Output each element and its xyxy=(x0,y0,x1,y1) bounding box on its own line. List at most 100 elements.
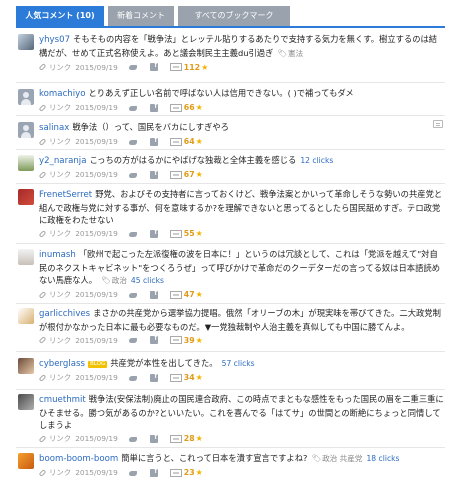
twitter-icon[interactable] xyxy=(128,374,138,382)
avatar[interactable] xyxy=(18,308,34,324)
twitter-icon[interactable] xyxy=(128,138,138,146)
avatar[interactable] xyxy=(18,89,34,105)
link-icon xyxy=(38,336,47,344)
star-icon[interactable]: ★ xyxy=(196,468,203,477)
star-icon[interactable]: ★ xyxy=(196,290,203,299)
list-item: garlicchives まさかの共産党から選挙協力提唱。俄然「オリーブの木」が現… xyxy=(16,304,445,352)
permalink[interactable]: リンク xyxy=(38,335,71,346)
clicks-count[interactable]: 18 clicks xyxy=(366,454,399,463)
facebook-icon[interactable] xyxy=(149,468,158,477)
permalink[interactable]: リンク xyxy=(38,467,71,478)
twitter-icon[interactable] xyxy=(128,435,138,443)
tag-link[interactable]: 憲法 xyxy=(288,49,303,58)
star-count[interactable]: 112 ★ xyxy=(169,63,208,72)
avatar[interactable] xyxy=(18,122,34,138)
permalink[interactable]: リンク xyxy=(38,136,71,147)
comment-text: FrenetSerret 野党、およびその支持者に言っておくけど、戦争法案とかいっ… xyxy=(39,189,443,225)
avatar[interactable] xyxy=(18,453,34,469)
star-count[interactable]: 28 ★ xyxy=(169,434,203,443)
star-icon[interactable]: ★ xyxy=(196,137,203,146)
username-link[interactable]: y2_naranja xyxy=(39,156,86,166)
username-link[interactable]: yhys07 xyxy=(39,35,70,45)
permalink[interactable]: リンク xyxy=(38,228,71,239)
twitter-icon[interactable] xyxy=(128,171,138,179)
clicks-count[interactable]: 45 clicks xyxy=(131,276,164,285)
star-count[interactable]: 64 ★ xyxy=(169,137,203,146)
star-icon[interactable]: ★ xyxy=(196,373,203,382)
facebook-icon[interactable] xyxy=(149,290,158,299)
permalink[interactable]: リンク xyxy=(38,62,71,73)
avatar[interactable] xyxy=(18,34,34,50)
facebook-icon[interactable] xyxy=(149,335,158,344)
entry-meta: リンク 2015/09/19 23★ xyxy=(38,466,445,480)
tag-link[interactable]: 政治 xyxy=(112,276,127,285)
link-icon xyxy=(38,290,47,299)
twitter-icon[interactable] xyxy=(128,291,138,299)
timestamp: 2015/09/19 xyxy=(75,373,118,382)
facebook-icon[interactable] xyxy=(149,62,158,71)
avatar[interactable] xyxy=(18,358,34,374)
twitter-icon[interactable] xyxy=(128,63,138,71)
permalink[interactable]: リンク xyxy=(38,169,71,180)
username-link[interactable]: salinax xyxy=(39,123,69,133)
comment-text: inumash 「欧州で起こった左派復権の波を日本に！」というのは冗談として、これ… xyxy=(39,249,440,285)
facebook-icon[interactable] xyxy=(149,434,158,443)
username-link[interactable]: komachiyo xyxy=(39,89,85,99)
list-item: inumash 「欧州で起こった左派復権の波を日本に！」というのは冗談として、これ… xyxy=(16,244,445,304)
facebook-icon[interactable] xyxy=(149,229,158,238)
clicks-count[interactable]: 57 clicks xyxy=(222,359,255,368)
username-link[interactable]: boom-boom-boom xyxy=(39,454,118,464)
star-icon[interactable]: ★ xyxy=(196,434,203,443)
facebook-icon[interactable] xyxy=(149,137,158,146)
comment-text: cyberglass BLOG 共産党が本性を出してきた。 57 clicks xyxy=(39,358,255,369)
username-link[interactable]: garlicchives xyxy=(39,309,90,319)
twitter-icon[interactable] xyxy=(128,469,138,477)
username-link[interactable]: cmuethmit xyxy=(39,395,86,405)
link-icon xyxy=(38,170,47,179)
tab-popular-comments[interactable]: 人気コメント (10) xyxy=(16,6,104,26)
star-icon[interactable]: ★ xyxy=(196,103,203,112)
comment-text: cmuethmit 戦争法(安保法制)廃止の国民連合政府、この時点でまともな感性を… xyxy=(39,394,444,430)
comment-icon[interactable] xyxy=(433,120,443,128)
twitter-icon[interactable] xyxy=(128,230,138,238)
star-list-icon xyxy=(169,229,182,238)
avatar[interactable] xyxy=(18,394,34,410)
star-list-icon xyxy=(169,434,182,443)
star-count[interactable]: 39 ★ xyxy=(169,336,203,345)
permalink[interactable]: リンク xyxy=(38,289,71,300)
tab-new-comments[interactable]: 新着コメント xyxy=(108,6,174,26)
comment-tabs: 人気コメント (10) 新着コメント すべてのブックマーク xyxy=(16,6,294,26)
star-icon[interactable]: ★ xyxy=(196,229,203,238)
tag-icon: 🏷 xyxy=(101,276,111,285)
star-count[interactable]: 47 ★ xyxy=(169,290,203,299)
tab-all-bookmarks[interactable]: すべてのブックマーク xyxy=(178,6,290,26)
username-link[interactable]: cyberglass xyxy=(39,359,85,369)
avatar[interactable] xyxy=(18,155,34,171)
permalink[interactable]: リンク xyxy=(38,433,71,444)
star-count[interactable]: 23 ★ xyxy=(169,468,203,477)
star-count[interactable]: 55 ★ xyxy=(169,229,203,238)
facebook-icon[interactable] xyxy=(149,170,158,179)
link-icon xyxy=(38,434,47,443)
username-link[interactable]: inumash xyxy=(39,250,76,260)
star-count[interactable]: 34 ★ xyxy=(169,373,203,382)
star-count[interactable]: 67 ★ xyxy=(169,170,203,179)
blog-badge[interactable]: BLOG xyxy=(88,361,108,368)
facebook-icon[interactable] xyxy=(149,373,158,382)
entry-meta: リンク 2015/09/19 66★ xyxy=(38,101,445,115)
twitter-icon[interactable] xyxy=(128,336,138,344)
star-count[interactable]: 66 ★ xyxy=(169,103,203,112)
clicks-count[interactable]: 12 clicks xyxy=(300,156,333,165)
star-icon[interactable]: ★ xyxy=(196,336,203,345)
tag-link[interactable]: 政治 共産党 xyxy=(322,454,362,463)
star-icon[interactable]: ★ xyxy=(196,170,203,179)
star-icon[interactable]: ★ xyxy=(201,63,208,72)
permalink[interactable]: リンク xyxy=(38,372,71,383)
twitter-icon[interactable] xyxy=(128,104,138,112)
facebook-icon[interactable] xyxy=(149,103,158,112)
avatar[interactable] xyxy=(18,249,34,265)
username-link[interactable]: FrenetSerret xyxy=(39,190,92,200)
timestamp: 2015/09/19 xyxy=(75,62,118,72)
permalink[interactable]: リンク xyxy=(38,102,71,113)
avatar[interactable] xyxy=(18,189,34,205)
